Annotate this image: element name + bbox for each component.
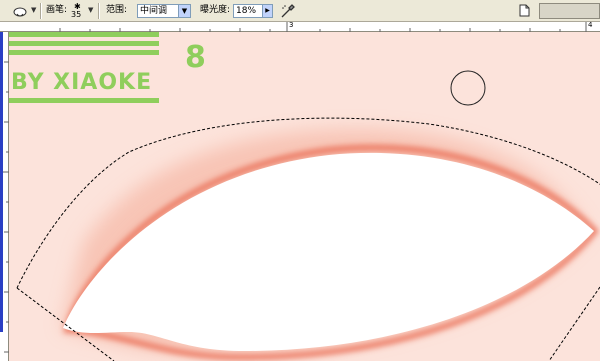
document-icon[interactable]	[519, 4, 530, 17]
airbrush-icon[interactable]	[280, 3, 296, 19]
brush-label: 画笔:	[46, 5, 68, 15]
ruler-ticks	[59, 22, 587, 32]
canvas-edge-guide	[0, 32, 3, 332]
range-select-value: 中间调	[140, 6, 168, 16]
chevron-right-icon[interactable]: ▶	[262, 5, 272, 17]
watermark-text: BY XIAOKE	[11, 70, 153, 95]
ruler-label: 4	[588, 21, 593, 29]
exposure-label: 曝光度:	[200, 5, 231, 15]
exposure-field[interactable]: 18% ▶	[233, 4, 273, 18]
palette-well[interactable]	[539, 3, 600, 19]
eye-white	[63, 152, 594, 352]
document-canvas[interactable]: BY XIAOKE 8	[9, 32, 600, 361]
exposure-value[interactable]: 18%	[236, 6, 256, 16]
chevron-down-icon[interactable]: ▼	[178, 5, 190, 17]
selection-marquee-right	[548, 286, 600, 361]
range-label: 范围:	[106, 5, 128, 15]
dodge-tool-icon[interactable]	[13, 4, 29, 21]
brush-picker-chevron-icon[interactable]: ▼	[88, 6, 93, 14]
brush-size[interactable]: 35	[71, 10, 81, 19]
range-select[interactable]: 中间调 ▼	[137, 4, 191, 18]
tool-preset-chevron-icon[interactable]: ▼	[31, 6, 36, 14]
brush-cursor	[450, 70, 486, 106]
step-number: 8	[185, 40, 206, 75]
options-bar: ▼ 画笔: ✱ 35 ▼ 范围: 中间调 ▼ 曝光度: 18% ▶	[0, 0, 600, 22]
separator	[98, 3, 100, 19]
ruler-label: 3	[289, 21, 294, 29]
ruler-horizontal: 3 4	[0, 21, 600, 32]
separator	[40, 3, 42, 19]
